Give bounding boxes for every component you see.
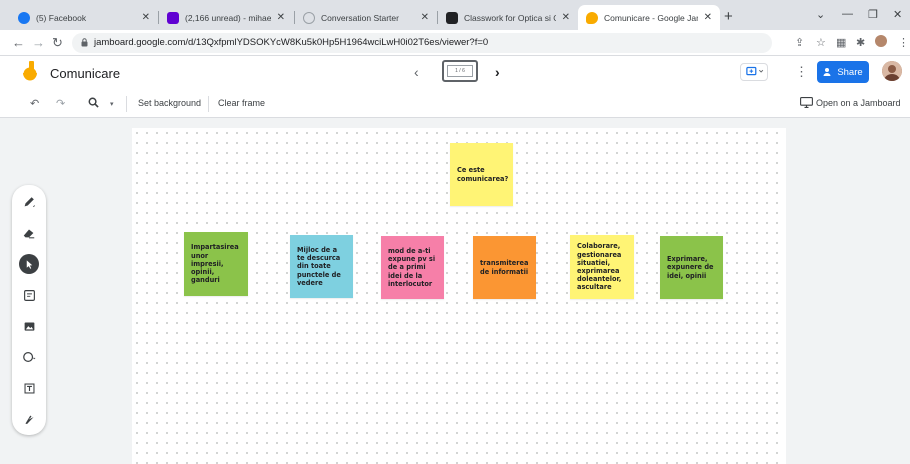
close-tab-icon[interactable]: ✕ [277, 12, 285, 23]
present-icon [746, 66, 764, 76]
previous-frame-icon[interactable]: ‹ [414, 64, 419, 80]
avatar[interactable] [882, 61, 902, 81]
tab-search-icon[interactable]: ⌄ [816, 8, 825, 21]
text-box-icon [24, 383, 34, 393]
zoom-dropdown-icon[interactable]: ▾ [110, 100, 114, 108]
bookmark-star-icon[interactable]: ☆ [816, 36, 826, 49]
address-bar[interactable]: jamboard.google.com/d/13QxfpmlYDSOKYcW8K… [72, 33, 772, 53]
maximize-icon[interactable]: ❐ [868, 8, 878, 21]
text-box-tool[interactable] [19, 378, 39, 398]
sticky-note[interactable]: Colaborare, gestionarea situatiei, expri… [570, 235, 634, 299]
monitor-icon [800, 97, 813, 108]
reload-icon[interactable]: ↻ [52, 35, 63, 51]
sticky-note-question[interactable]: Ce este comunicarea? [450, 143, 513, 206]
sticky-note[interactable]: Impartasirea unor impresii, opinii, gand… [184, 232, 248, 296]
facebook-icon [18, 11, 30, 24]
present-button[interactable] [740, 63, 768, 81]
laser-tool[interactable] [19, 409, 39, 429]
tab-jamboard[interactable]: Comunicare - Google Jamboard ✕ [578, 5, 720, 30]
sticky-note-text: transmiterea de informatii [480, 259, 529, 276]
sticky-note-text: Colaborare, gestionarea situatiei, expri… [577, 242, 622, 292]
close-tab-icon[interactable]: ✕ [704, 12, 712, 23]
more-options-icon[interactable]: ⋮ [795, 64, 808, 80]
open-on-jamboard-button[interactable]: Open on a Jamboard [816, 98, 901, 108]
browser-menu-icon[interactable]: ⋮ [898, 36, 909, 49]
select-tool[interactable] [19, 254, 39, 274]
laser-icon [24, 414, 34, 424]
minimize-icon[interactable]: — [842, 8, 853, 20]
tab-title: Comunicare - Google Jamboard [604, 12, 698, 23]
pen-icon [24, 197, 35, 208]
sticky-note-text: Mijloc de a te descurca din toate puncte… [297, 245, 341, 287]
tab-title: (2,166 unread) - mihaela_udriste [185, 12, 271, 23]
tab-title: Classwork for Optica si Optometr [464, 12, 556, 23]
sticky-note[interactable]: mod de a-ti expune pv si de a primi idei… [381, 236, 444, 299]
frame-indicator: 1 / 6 [447, 65, 473, 77]
mail-icon [167, 11, 179, 24]
undo-icon[interactable]: ↶ [30, 97, 39, 110]
jamboard-icon [586, 11, 598, 24]
globe-icon [303, 11, 315, 24]
forward-icon[interactable]: → [32, 35, 45, 50]
sticky-note[interactable]: Mijloc de a te descurca din toate puncte… [290, 235, 353, 298]
url-text: jamboard.google.com/d/13QxfpmlYDSOKYcW8K… [94, 37, 489, 48]
eraser-icon [23, 229, 35, 239]
page-title: Comunicare [50, 66, 121, 81]
tool-palette [12, 185, 46, 435]
classroom-icon [446, 11, 458, 24]
person-add-icon [823, 68, 831, 76]
back-icon[interactable]: ← [12, 35, 25, 50]
extension-icon[interactable]: ▦ [836, 36, 846, 49]
new-tab-button[interactable]: + [724, 8, 733, 25]
toolbar-divider [126, 96, 127, 112]
tab-facebook[interactable]: (5) Facebook ✕ [10, 5, 158, 30]
sticky-note-text: Ce este comunicarea? [457, 166, 509, 183]
magnifier-icon [88, 97, 99, 108]
pen-tool[interactable] [19, 192, 39, 212]
user-photo-icon [882, 61, 902, 81]
close-tab-icon[interactable]: ✕ [562, 12, 570, 23]
window-close-icon[interactable]: ✕ [893, 8, 902, 21]
toolbar-divider [208, 96, 209, 112]
close-tab-icon[interactable]: ✕ [421, 12, 429, 23]
set-background-button[interactable]: Set background [138, 98, 201, 108]
shape-tool[interactable] [19, 347, 39, 367]
share-button[interactable]: Share [817, 61, 869, 83]
select-icon [26, 259, 32, 269]
profile-avatar-icon[interactable] [875, 35, 887, 47]
frame-selector[interactable]: 1 / 6 [442, 60, 478, 82]
tab-conversation-starter[interactable]: Conversation Starter ✕ [295, 5, 437, 30]
close-tab-icon[interactable]: ✕ [142, 12, 150, 23]
zoom-icon[interactable] [88, 97, 99, 111]
sticky-note[interactable]: Exprimare, expunere de idei, opinii [660, 236, 723, 299]
puzzle-icon[interactable]: ✱ [856, 36, 865, 49]
sticky-note-text: mod de a-ti expune pv si de a primi idei… [388, 246, 436, 288]
open-on-jamboard-icon [800, 97, 813, 111]
sticky-note[interactable]: transmiterea de informatii [473, 236, 536, 299]
sticky-note-text: Impartasirea unor impresii, opinii, gand… [191, 243, 239, 285]
jamboard-logo-icon [23, 61, 37, 81]
image-icon [24, 321, 34, 331]
clear-frame-button[interactable]: Clear frame [218, 98, 265, 108]
eraser-tool[interactable] [19, 223, 39, 243]
lock-icon [81, 38, 88, 47]
circle-icon [23, 352, 36, 362]
tab-title: (5) Facebook [36, 12, 87, 23]
edit-toolbar [0, 92, 910, 118]
redo-icon[interactable]: ↷ [56, 97, 65, 110]
sticky-note-tool[interactable] [19, 285, 39, 305]
tab-classwork[interactable]: Classwork for Optica si Optometr ✕ [438, 5, 578, 30]
image-tool[interactable] [19, 316, 39, 336]
tab-mail[interactable]: (2,166 unread) - mihaela_udriste ✕ [159, 5, 293, 30]
tab-title: Conversation Starter [321, 12, 399, 23]
sticky-note-icon [23, 289, 35, 301]
sticky-note-text: Exprimare, expunere de idei, opinii [667, 255, 714, 280]
share-label: Share [837, 66, 863, 78]
share-page-icon[interactable]: ⇪ [795, 36, 804, 49]
next-frame-icon[interactable]: › [495, 64, 500, 80]
